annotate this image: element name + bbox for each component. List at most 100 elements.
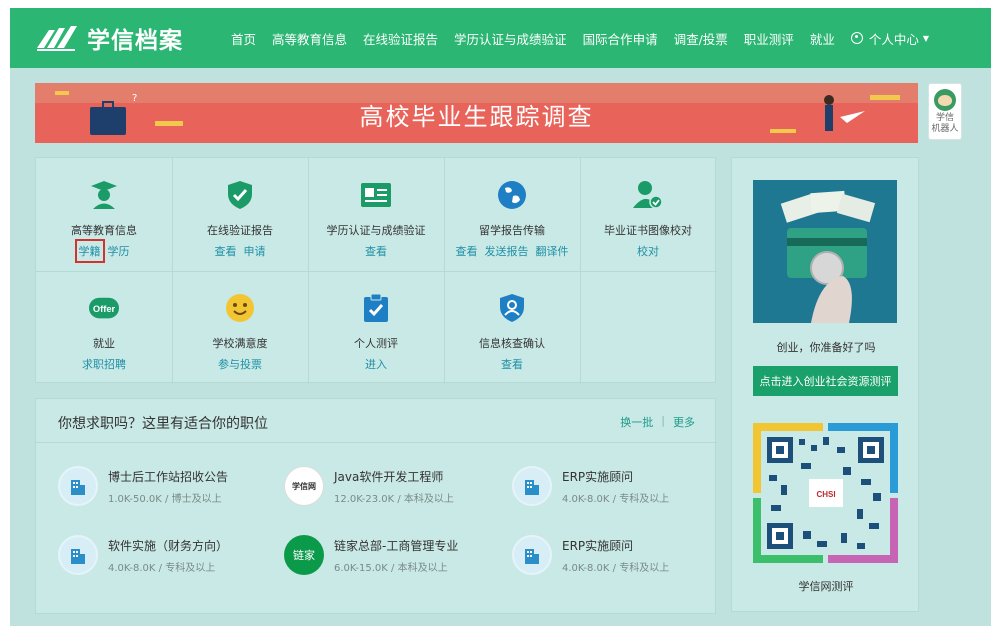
id-card-icon [361,180,391,210]
xuexin-logo-icon: 学信网 [284,466,324,506]
ad-caption: 创业，你准备好了吗 [776,341,876,354]
startup-ad-image[interactable] [753,180,897,323]
lianjia-logo-text: 链家 [293,549,315,562]
main-nav: 首页 高等教育信息 在线验证报告 学历认证与成绩验证 国际合作申请 调查/投票 … [231,8,929,68]
link-vote[interactable]: 参与投票 [218,356,262,372]
banner-title: 高校毕业生跟踪调查 [359,103,594,131]
service-title: 就业 [93,337,115,350]
link-job-search[interactable]: 求职招聘 [82,356,126,372]
robot-label-line2: 机器人 [931,124,959,134]
nav-home[interactable]: 首页 [231,29,256,48]
job-title: ERP实施顾问 [562,538,634,553]
nav-career-test[interactable]: 职业测评 [744,29,794,48]
link-view-certification[interactable]: 查看 [365,243,387,259]
service-certificate-proofread: 毕业证书图像校对 校对 [580,158,716,271]
service-title: 个人测评 [354,337,398,350]
separator: | [661,414,665,427]
service-grid: 高等教育信息 学籍 学历 在线验证报告 查看 申请 学历认证与成绩验证 查看 留… [35,157,717,384]
link-send-report[interactable]: 发送报告 [485,243,529,259]
job-meta: 4.0K-8.0K / 专科及以上 [562,493,670,505]
link-view-abroad[interactable]: 查看 [456,243,478,259]
service-title: 高等教育信息 [71,224,137,237]
job-title: 软件实施（财务方向） [108,538,229,553]
nav-higher-education[interactable]: 高等教育信息 [272,29,347,48]
link-degree[interactable]: 学历 [108,243,130,259]
user-icon [850,32,863,44]
nav-employment[interactable]: 就业 [810,29,835,48]
qr-code-image: CHSI [753,423,898,563]
offer-icon: Offer [89,293,119,323]
job-item[interactable]: 学信网 Java软件开发工程师 12.0K-23.0K / 本科及以上 [284,464,494,508]
link-apply-report[interactable]: 申请 [244,243,266,259]
site-logo[interactable]: 学信档案 [35,8,183,68]
service-title: 毕业证书图像校对 [604,224,692,237]
link-view-report[interactable]: 查看 [215,243,237,259]
job-item[interactable]: 软件实施（财务方向） 4.0K-8.0K / 专科及以上 [58,533,268,577]
job-title: 博士后工作站招收公告 [108,469,229,484]
nav-survey[interactable]: 调查/投票 [674,29,728,48]
smiley-icon [225,293,255,323]
nav-certification[interactable]: 学历认证与成绩验证 [454,29,567,48]
service-info-verify: 信息核查确认 查看 [444,271,580,384]
building-icon [512,535,552,575]
job-title: ERP实施顾问 [562,469,634,484]
refresh-jobs-link[interactable]: 换一批 [620,414,653,430]
job-meta: 4.0K-8.0K / 专科及以上 [108,562,216,574]
user-check-icon [633,180,663,210]
service-satisfaction: 学校满意度 参与投票 [172,271,308,384]
assistant-robot[interactable]: 学信 机器人 [928,83,962,140]
svg-text:Offer: Offer [93,304,116,314]
shield-check-icon [225,180,255,210]
job-meta: 1.0K-50.0K / 博士及以上 [108,493,222,505]
job-item[interactable]: ERP实施顾问 4.0K-8.0K / 专科及以上 [512,464,722,508]
graduate-icon [89,180,119,210]
service-certification: 学历认证与成绩验证 查看 [308,158,444,271]
service-online-report: 在线验证报告 查看 申请 [172,158,308,271]
user-center-menu[interactable]: 个人中心 ▼ [850,29,929,48]
link-proofread[interactable]: 校对 [637,243,659,259]
robot-label-line1: 学信 [935,113,954,123]
clipboard-check-icon [361,293,391,323]
survey-banner[interactable]: ? 高校毕业生跟踪调查 [35,83,918,143]
job-meta: 12.0K-23.0K / 本科及以上 [334,493,454,505]
service-employment: Offer 就业 求职招聘 [36,271,172,384]
top-navbar: 学信档案 首页 高等教育信息 在线验证报告 学历认证与成绩验证 国际合作申请 调… [10,8,991,68]
job-meta: 4.0K-8.0K / 专科及以上 [562,562,670,574]
qr-logo-text: CHSI [816,490,835,499]
service-title: 信息核查确认 [479,337,545,350]
jobs-title: 你想求职吗？这里有适合你的职位 [58,416,268,432]
right-sidebar: 创业，你准备好了吗 点击进入创业社会资源测评 CHSI 学信网测评 [731,157,919,612]
link-translation[interactable]: 翻译件 [536,243,569,259]
building-icon [512,466,552,506]
service-study-abroad: 留学报告传输 查看 发送报告 翻译件 [444,158,580,271]
job-item[interactable]: 博士后工作站招收公告 1.0K-50.0K / 博士及以上 [58,464,268,508]
book-logo-icon [37,26,77,51]
job-meta: 6.0K-15.0K / 本科及以上 [334,562,448,574]
user-shield-icon [497,293,527,323]
nav-international[interactable]: 国际合作申请 [583,29,658,48]
globe-icon [497,180,527,210]
job-title: 链家总部-工商管理专业 [334,538,459,553]
service-personal-test: 个人测评 进入 [308,271,444,384]
lianjia-logo-icon: 链家 [284,535,324,575]
job-item[interactable]: ERP实施顾问 4.0K-8.0K / 专科及以上 [512,533,722,577]
link-view-verify[interactable]: 查看 [501,356,523,372]
nav-online-report[interactable]: 在线验证报告 [363,29,438,48]
building-icon [58,535,98,575]
link-student-status[interactable]: 学籍 [74,239,105,263]
jobs-header: 你想求职吗？这里有适合你的职位 换一批 | 更多 [36,399,717,443]
more-jobs-link[interactable]: 更多 [673,414,695,430]
qr-caption: 学信网测评 [798,580,854,593]
user-center-label: 个人中心 [868,31,919,47]
link-enter-test[interactable]: 进入 [365,356,387,372]
service-title: 在线验证报告 [207,224,273,237]
robot-label: 学信 机器人 [931,113,958,135]
robot-avatar-icon [934,89,956,111]
service-title: 学校满意度 [212,337,268,350]
job-title: Java软件开发工程师 [334,469,444,484]
service-title: 学历认证与成绩验证 [326,224,426,237]
caret-down-icon: ▼ [922,33,929,43]
startup-assessment-button[interactable]: 点击进入创业社会资源测评 [753,366,898,396]
jobs-panel: 你想求职吗？这里有适合你的职位 换一批 | 更多 博士后工作站招收公告 1.0K… [35,398,717,614]
job-item[interactable]: 链家 链家总部-工商管理专业 6.0K-15.0K / 本科及以上 [284,533,494,577]
